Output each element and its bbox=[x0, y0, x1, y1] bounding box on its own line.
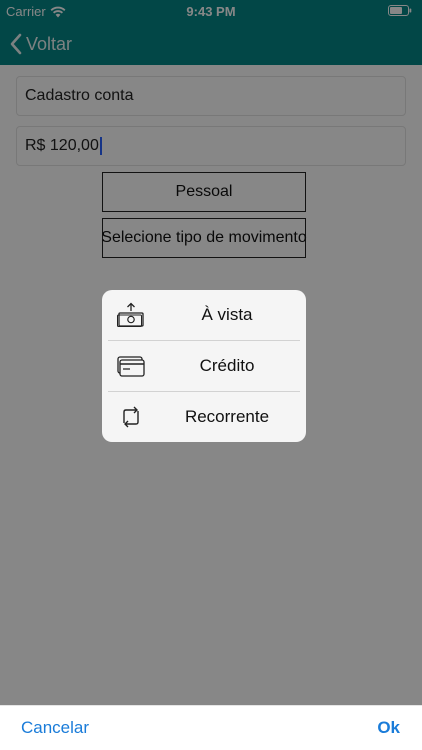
picker-toolbar: Cancelar Ok bbox=[0, 705, 422, 750]
recurring-icon bbox=[123, 406, 139, 428]
option-label: Crédito bbox=[199, 356, 255, 375]
movement-type-picker: À vista Crédito Recorrente bbox=[102, 290, 306, 442]
option-recorrente[interactable]: Recorrente bbox=[102, 392, 306, 442]
option-credito[interactable]: Crédito bbox=[102, 341, 306, 391]
cash-icon bbox=[117, 302, 144, 327]
credit-card-icon bbox=[117, 356, 145, 377]
option-label: Recorrente bbox=[184, 407, 270, 426]
cancel-button[interactable]: Cancelar bbox=[21, 718, 89, 738]
option-a-vista[interactable]: À vista bbox=[102, 290, 306, 340]
option-label: À vista bbox=[201, 305, 253, 324]
ok-button[interactable]: Ok bbox=[377, 718, 400, 738]
